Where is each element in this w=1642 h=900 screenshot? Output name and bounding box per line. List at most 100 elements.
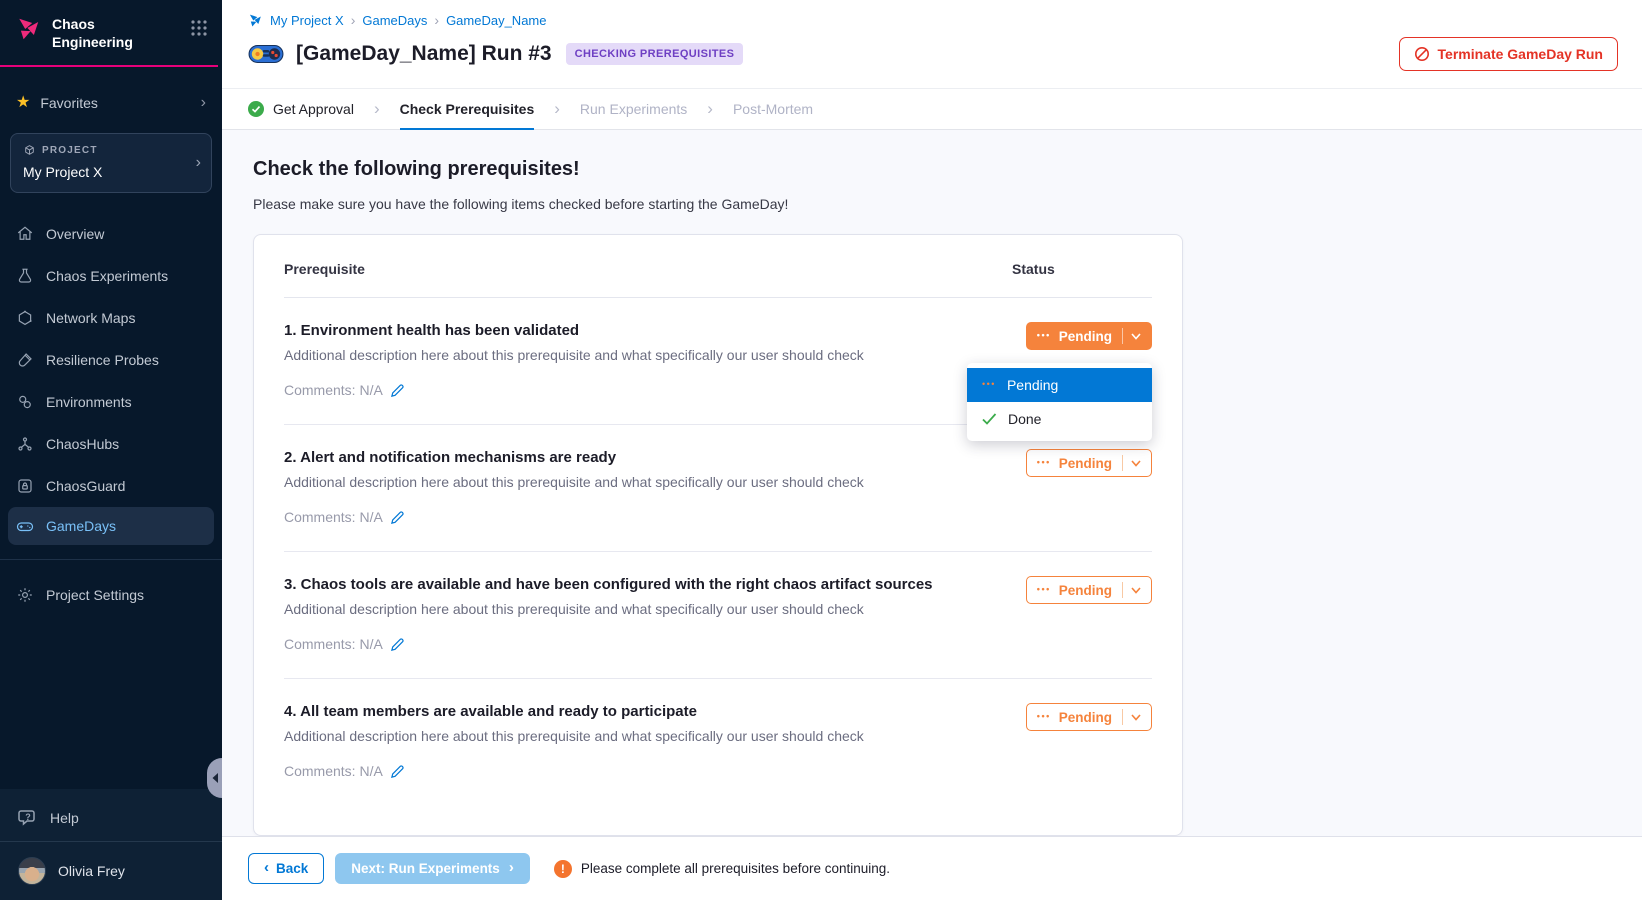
- breadcrumb-gamedays-link[interactable]: GameDays: [362, 13, 427, 28]
- button-divider: [1122, 582, 1123, 598]
- sidebar-item-project-settings[interactable]: Project Settings: [0, 574, 222, 616]
- flask-icon: [16, 267, 34, 285]
- stepper: Get Approval › Check Prerequisites › Run…: [222, 88, 1642, 130]
- nav-label: Resilience Probes: [46, 352, 159, 368]
- dropdown-option-pending[interactable]: ••• Pending: [967, 368, 1152, 402]
- prerequisite-title: 2. Alert and notification mechanisms are…: [284, 449, 982, 466]
- table-row: 2. Alert and notification mechanisms are…: [284, 425, 1152, 552]
- slash-circle-icon: [1414, 46, 1430, 62]
- star-icon: ★: [16, 95, 30, 111]
- button-divider: [1122, 328, 1123, 344]
- nav-label: GameDays: [46, 518, 116, 534]
- prerequisite-info: 2. Alert and notification mechanisms are…: [284, 449, 1012, 525]
- sidebar-item-favorites[interactable]: ★ Favorites ›: [0, 85, 222, 121]
- check-circle-icon: [248, 101, 264, 117]
- back-button[interactable]: ‹ Back: [248, 853, 324, 884]
- nav-label: ChaosGuard: [46, 478, 125, 494]
- home-icon: [16, 225, 34, 243]
- next-run-experiments-button[interactable]: Next: Run Experiments ›: [335, 853, 530, 884]
- table-header: Prerequisite Status: [284, 261, 1152, 298]
- user-profile[interactable]: Olivia Frey: [0, 842, 222, 900]
- prerequisites-card: Prerequisite Status 1. Environment healt…: [253, 234, 1183, 836]
- button-divider: [1122, 455, 1123, 471]
- option-label: Pending: [1007, 377, 1058, 393]
- step-run-experiments[interactable]: Run Experiments: [580, 89, 687, 129]
- pending-dots-icon: •••: [982, 379, 996, 389]
- step-label: Get Approval: [273, 101, 354, 117]
- prerequisite-title: 4. All team members are available and re…: [284, 703, 982, 720]
- column-header-status: Status: [1012, 261, 1152, 277]
- sidebar-top: Chaos Engineering: [0, 0, 222, 51]
- comments-row: Comments: N/A: [284, 382, 982, 398]
- terminate-gameday-button[interactable]: Terminate GameDay Run: [1399, 37, 1618, 71]
- sidebar-item-chaosguard[interactable]: ChaosGuard: [0, 465, 222, 507]
- sidebar-item-chaoshubs[interactable]: ChaosHubs: [0, 423, 222, 465]
- help-icon: ?: [18, 809, 38, 827]
- content-heading: Check the following prerequisites!: [253, 158, 1642, 181]
- app-grid-icon[interactable]: [190, 19, 208, 37]
- nav-label: Overview: [46, 226, 104, 242]
- page-title: [GameDay_Name] Run #3: [296, 42, 552, 66]
- status-dropdown-button[interactable]: ••• Pending: [1026, 322, 1152, 350]
- gamepad-icon: [16, 517, 34, 535]
- project-selector[interactable]: PROJECT My Project X ›: [10, 133, 212, 193]
- step-check-prerequisites[interactable]: Check Prerequisites: [400, 89, 535, 130]
- prerequisite-info: 4. All team members are available and re…: [284, 703, 1012, 779]
- chevron-right-icon: ›: [707, 89, 713, 129]
- nav-label: Network Maps: [46, 310, 135, 326]
- sidebar-item-help[interactable]: ? Help: [0, 795, 222, 841]
- breadcrumb-project-link[interactable]: My Project X: [270, 13, 344, 28]
- nav-label: ChaosHubs: [46, 436, 119, 452]
- gear-icon: [16, 586, 34, 604]
- sidebar-spacer: [0, 616, 222, 789]
- nav-label: Chaos Experiments: [46, 268, 168, 284]
- project-label-row: PROJECT: [23, 144, 185, 157]
- chevron-down-icon: [1131, 460, 1141, 467]
- status-cell: ••• Pending: [1012, 449, 1152, 525]
- sidebar-nav: Overview Chaos Experiments Network Maps …: [0, 213, 222, 545]
- pending-dots-icon: •••: [1037, 711, 1051, 721]
- breadcrumb-separator: ›: [434, 12, 439, 28]
- project-label: PROJECT: [42, 145, 98, 156]
- sidebar-item-chaos-experiments[interactable]: Chaos Experiments: [0, 255, 222, 297]
- sidebar-item-resilience-probes[interactable]: Resilience Probes: [0, 339, 222, 381]
- status-label: Pending: [1059, 583, 1112, 598]
- edit-comment-icon[interactable]: [390, 637, 405, 652]
- pending-dots-icon: •••: [1037, 330, 1051, 340]
- status-dropdown-menu: ••• Pending Done: [967, 363, 1152, 441]
- status-cell: ••• Pending ••• Pending: [1012, 322, 1152, 398]
- status-dropdown-button[interactable]: ••• Pending: [1026, 703, 1152, 731]
- step-post-mortem[interactable]: Post-Mortem: [733, 89, 813, 129]
- prerequisite-title: 1. Environment health has been validated: [284, 322, 982, 339]
- comments-row: Comments: N/A: [284, 509, 982, 525]
- status-cell: ••• Pending: [1012, 576, 1152, 652]
- edit-comment-icon[interactable]: [390, 510, 405, 525]
- sidebar-bottom: ? Help Olivia Frey: [0, 789, 222, 900]
- status-dropdown-button[interactable]: ••• Pending: [1026, 449, 1152, 477]
- chevron-right-icon: ›: [201, 95, 206, 111]
- edit-comment-icon[interactable]: [390, 764, 405, 779]
- dropdown-option-done[interactable]: Done: [967, 402, 1152, 436]
- breadcrumb-gameday-name-link[interactable]: GameDay_Name: [446, 13, 546, 28]
- lock-icon: [16, 477, 34, 495]
- pending-dots-icon: •••: [1037, 457, 1051, 467]
- edit-comment-icon[interactable]: [390, 383, 405, 398]
- status-label: Pending: [1059, 710, 1112, 725]
- comments-row: Comments: N/A: [284, 636, 982, 652]
- status-label: Pending: [1059, 329, 1112, 344]
- terminate-label: Terminate GameDay Run: [1438, 46, 1603, 62]
- chevron-down-icon: [1131, 714, 1141, 721]
- sidebar-item-environments[interactable]: Environments: [0, 381, 222, 423]
- column-header-prerequisite: Prerequisite: [284, 261, 1012, 277]
- sidebar-collapse-handle[interactable]: [207, 758, 222, 798]
- sidebar-item-overview[interactable]: Overview: [0, 213, 222, 255]
- sidebar-item-network-maps[interactable]: Network Maps: [0, 297, 222, 339]
- project-settings-label: Project Settings: [46, 587, 144, 603]
- step-get-approval[interactable]: Get Approval: [248, 89, 354, 129]
- breadcrumb: My Project X › GameDays › GameDay_Name: [248, 12, 1618, 28]
- status-cell: ••• Pending: [1012, 703, 1152, 779]
- status-dropdown-button[interactable]: ••• Pending: [1026, 576, 1152, 604]
- user-avatar: [18, 857, 46, 885]
- brand-row: Chaos Engineering: [16, 16, 208, 51]
- sidebar-item-gamedays[interactable]: GameDays: [8, 507, 214, 545]
